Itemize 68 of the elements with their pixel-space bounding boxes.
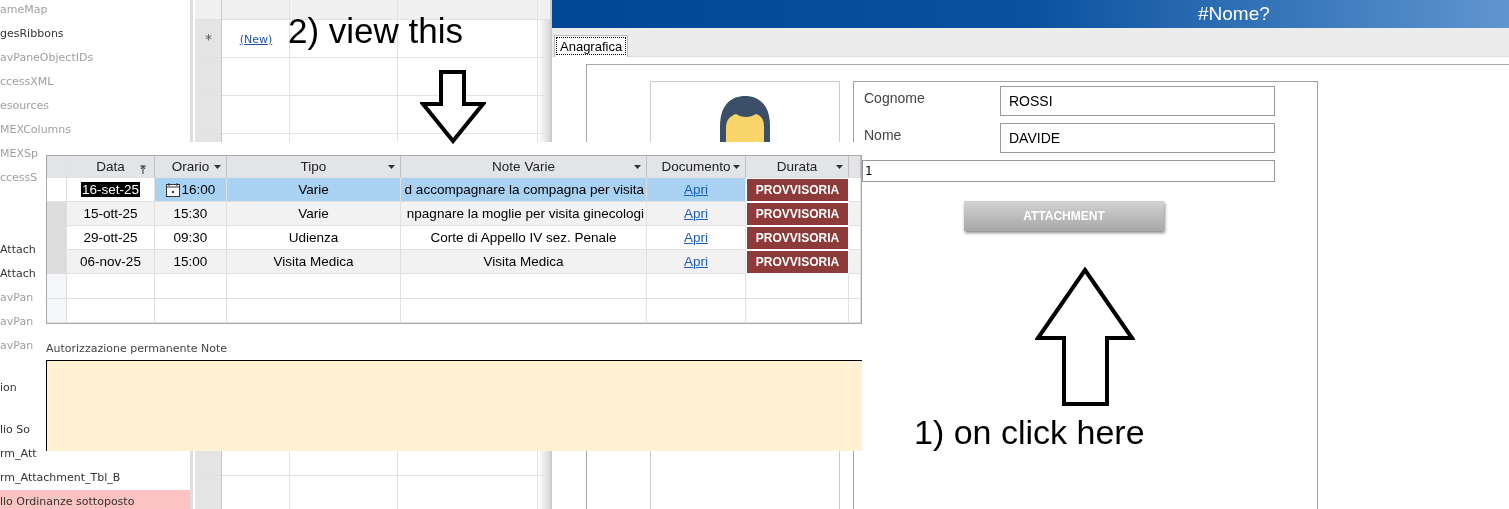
nav-item[interactable]: llo Ordinanze sottoposto (0, 490, 190, 509)
nav-item[interactable]: Attach (0, 262, 36, 286)
column-header[interactable]: Data (67, 156, 155, 178)
dropdown-caret-icon[interactable] (733, 165, 740, 169)
column-header[interactable]: Durata (746, 156, 849, 178)
row-selector[interactable] (47, 202, 67, 226)
annotation-text: 2) view this (288, 11, 464, 51)
dropdown-caret-icon[interactable] (214, 165, 221, 169)
status-cell: PROVVISORIA (746, 202, 849, 226)
open-link[interactable]: Apri (684, 230, 708, 245)
tab[interactable]: Anagrafica (554, 35, 629, 57)
nav-item[interactable]: ion (0, 376, 17, 400)
table-cell (849, 274, 861, 299)
row-selector[interactable] (47, 226, 67, 250)
status-cell: PROVVISORIA (746, 178, 849, 202)
new-row-marker: * (205, 31, 212, 47)
column-header[interactable]: Orario (155, 156, 227, 178)
column-header[interactable]: Documento (647, 156, 746, 178)
window-title: #Nome? (1198, 3, 1270, 25)
table-cell: Visita Medica (401, 250, 647, 274)
dropdown-caret-icon[interactable] (836, 165, 843, 169)
dropdown-caret-icon[interactable] (388, 165, 395, 169)
nav-item[interactable]: Attach (0, 238, 36, 262)
status-cell: PROVVISORIA (746, 226, 849, 250)
table-cell: 15:00 (155, 250, 227, 274)
open-link[interactable]: Apri (684, 182, 708, 197)
new-record-link[interactable]: (New) (239, 32, 273, 46)
field-label: Autorizzazione permanente Note (46, 342, 229, 356)
row-selector[interactable] (47, 299, 67, 323)
select-all-corner[interactable] (47, 156, 67, 178)
dropdown-caret-icon[interactable] (634, 165, 641, 169)
up-arrow-icon (1035, 267, 1135, 407)
table-cell: Varie (227, 178, 401, 202)
column-header[interactable]: Tipo (227, 156, 401, 178)
sort-icon[interactable] (140, 165, 149, 174)
status-cell: PROVVISORIA (746, 250, 849, 274)
table-cell (155, 274, 227, 299)
field-label: Nome (864, 126, 902, 143)
annotation-text: 1) on click here (914, 413, 1145, 452)
open-link[interactable]: Apri (684, 206, 708, 221)
table-cell: d accompagnare la compagna per visita (401, 178, 647, 202)
table-cell: 15:30 (155, 202, 227, 226)
column-header[interactable]: Note Varie (401, 156, 647, 178)
number-field[interactable]: 1 (862, 160, 1275, 182)
table-cell (155, 299, 227, 323)
field-label: Cognome (864, 89, 925, 106)
table-cell: 06-nov-25 (67, 250, 155, 274)
text-field[interactable]: ROSSI (1000, 86, 1275, 116)
table-cell: Varie (227, 202, 401, 226)
notes-field[interactable] (46, 360, 862, 451)
table-cell: 15-ott-25 (67, 202, 155, 226)
column-header[interactable] (849, 156, 861, 178)
table-cell (849, 202, 861, 226)
nav-item[interactable]: rm_Attachment_Tbl_B (0, 466, 121, 490)
table-cell: npagnare la moglie per visita ginecologi (401, 202, 647, 226)
nav-item[interactable]: gesRibbons (0, 22, 64, 46)
open-link[interactable]: Apri (684, 254, 708, 269)
text-field[interactable]: DAVIDE (1000, 123, 1275, 153)
nav-item[interactable]: lio So (0, 418, 31, 442)
table-cell (849, 299, 861, 323)
row-selector[interactable] (47, 274, 67, 299)
table-cell: 16:00 (155, 178, 227, 202)
nav-item[interactable]: rm_Att (0, 442, 37, 466)
row-selector[interactable] (47, 250, 67, 274)
table-cell: Visita Medica (227, 250, 401, 274)
calendar-icon[interactable] (165, 182, 180, 197)
table-cell (849, 250, 861, 274)
row-selector[interactable] (47, 178, 67, 202)
